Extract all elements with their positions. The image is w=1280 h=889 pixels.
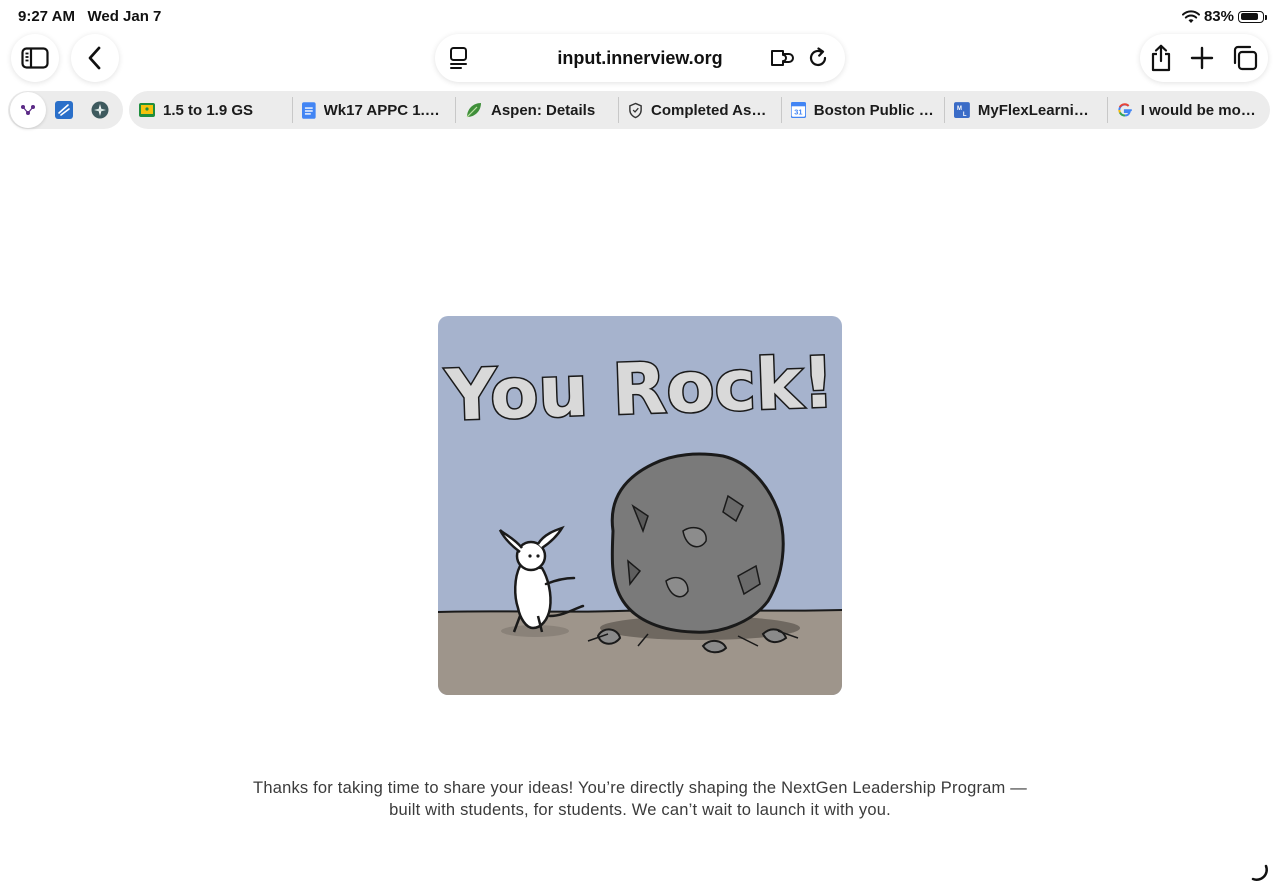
pinned-tab[interactable] — [82, 92, 118, 128]
back-button[interactable] — [71, 34, 119, 82]
tab-overview-icon[interactable] — [1231, 44, 1259, 72]
svg-text:M: M — [957, 106, 962, 112]
wifi-icon — [1181, 9, 1200, 23]
reload-icon[interactable] — [807, 47, 829, 69]
classroom-icon — [139, 103, 155, 117]
shield-icon — [629, 102, 642, 118]
tab-title: Aspen: Details — [491, 101, 596, 119]
right-toolbar — [1140, 34, 1268, 82]
tab-title: MyFlexLearnin… — [977, 101, 1097, 119]
calendar-icon: 31 — [791, 102, 806, 118]
pinned-tabs — [8, 91, 123, 129]
pinned-tab[interactable] — [10, 92, 46, 128]
thank-you-message: Thanks for taking time to share your ide… — [200, 777, 1080, 821]
tab[interactable]: Wk17 APPC 1.5… — [292, 91, 455, 129]
share-icon[interactable] — [1149, 44, 1173, 72]
sidebar-icon — [21, 47, 49, 69]
you-rock-illustration: You Rock! — [438, 316, 842, 695]
status-bar: 9:27 AM Wed Jan 7 83% — [0, 0, 1280, 34]
thank-you-line-2: built with students, for students. We ca… — [389, 801, 891, 819]
tab[interactable]: 31 Boston Public S… — [781, 91, 944, 129]
aspen-leaf-icon — [466, 103, 481, 118]
you-rock-text: You Rock! — [444, 341, 836, 437]
tab-title: Completed Assi… — [651, 101, 771, 119]
new-tab-icon[interactable] — [1190, 46, 1214, 70]
blue-app-icon — [55, 101, 73, 119]
status-indicators: 83% — [1181, 8, 1267, 25]
pinned-tab[interactable] — [46, 92, 82, 128]
tab[interactable]: M L MyFlexLearnin… — [944, 91, 1107, 129]
tab[interactable]: Aspen: Details — [455, 91, 618, 129]
svg-text:L: L — [963, 112, 967, 118]
loading-spinner-icon — [1251, 864, 1268, 881]
docs-icon — [302, 101, 316, 119]
flex-learning-icon: M L — [954, 102, 970, 118]
chevron-left-icon — [88, 46, 101, 70]
status-time: 9:27 AM Wed Jan 7 — [18, 8, 162, 25]
tab-title: Boston Public S… — [813, 101, 934, 119]
compass-icon — [91, 101, 109, 119]
tab-strip: 1.5 to 1.9 GS Wk17 APPC 1.5… Aspen: Deta… — [129, 91, 1270, 129]
svg-text:31: 31 — [794, 108, 802, 117]
tab[interactable]: Completed Assi… — [618, 91, 781, 129]
google-icon — [1118, 103, 1132, 117]
thank-you-line-1: Thanks for taking time to share your ide… — [253, 779, 1027, 797]
tab[interactable]: I would be mor… — [1107, 91, 1270, 129]
extensions-icon[interactable] — [769, 47, 795, 69]
tab-title: I would be mor… — [1140, 101, 1260, 119]
sidebar-button[interactable] — [11, 34, 59, 82]
tab-title: 1.5 to 1.9 GS — [163, 101, 254, 119]
address-bar[interactable]: input.innerview.org — [435, 34, 845, 82]
battery-icon — [1238, 10, 1267, 23]
tab[interactable]: 1.5 to 1.9 GS — [129, 91, 292, 129]
battery-percent: 83% — [1203, 8, 1234, 25]
tab-title: Wk17 APPC 1.5… — [323, 101, 445, 119]
purple-dots-icon — [21, 105, 35, 115]
